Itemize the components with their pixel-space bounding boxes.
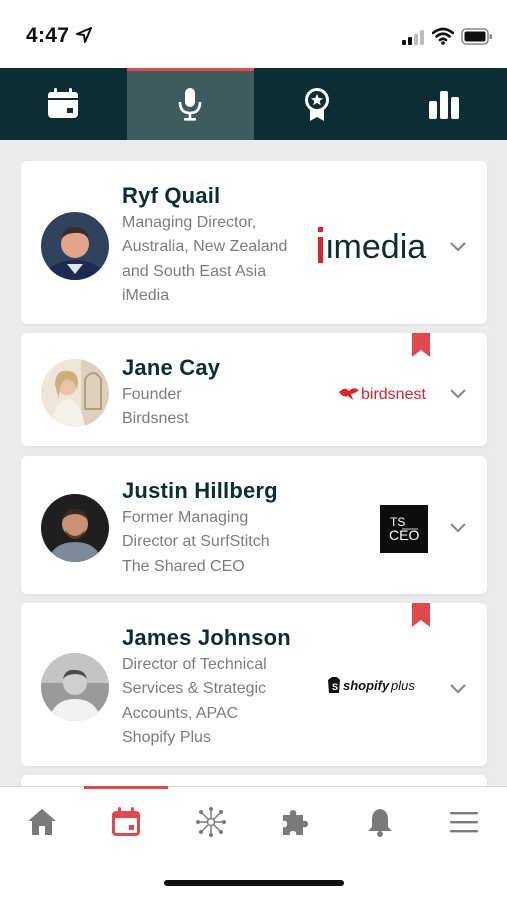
menu-icon [450,812,478,833]
nav-notifications[interactable] [338,787,422,857]
speaker-company: The Shared CEO [122,557,245,575]
speaker-role-line: Founder [122,386,182,403]
speaker-role-line: Services & Strategic [122,680,267,698]
avatar-photo [41,653,109,721]
tab-schedule[interactable] [0,68,127,140]
speaker-role-line: Former Managing [122,509,249,526]
nav-menu[interactable] [422,787,506,857]
tab-sponsors[interactable] [254,68,381,140]
bookmark-icon[interactable] [412,333,430,357]
speaker-info: Ryf Quail Managing Director, Australia, … [122,181,287,308]
company-logo-shopify-plus: S shopify plus [327,674,417,696]
battery-icon [461,28,492,45]
network-icon [196,807,226,837]
top-tab-bar [0,68,507,140]
avatar-photo [41,494,109,562]
bar-chart-icon [428,91,459,119]
speaker-role-line: Managing Director, [122,214,257,231]
speaker-card[interactable]: James Johnson Director of Technical Serv… [21,603,487,766]
speaker-company: iMedia [122,286,170,304]
avatar-photo [41,359,109,427]
nav-home[interactable] [0,787,84,857]
chevron-down-icon[interactable] [449,683,467,695]
chevron-down-icon[interactable] [449,388,467,400]
home-indicator[interactable] [164,880,344,886]
tab-stats[interactable] [380,68,507,140]
speaker-role-line: and South East Asia [122,262,267,280]
status-time: 4:47 [26,24,70,47]
company-logo-imedia: imedia [318,225,430,266]
home-icon [28,809,56,835]
speaker-info: James Johnson Director of Technical Serv… [122,623,291,750]
speaker-name: Justin Hillberg [122,478,278,503]
calendar-icon [48,88,79,118]
company-logo-birdsnest: birdsnest [337,382,433,406]
speaker-role-line: Australia, New Zealand [122,238,288,256]
avatar [41,653,109,721]
cellular-signal-icon [402,30,424,45]
speaker-name: Jane Cay [122,355,221,380]
company-logo-shared-ceo: TS CEO [380,505,428,553]
speaker-card[interactable]: Ryf Quail Managing Director, Australia, … [21,161,487,324]
tab-speakers[interactable] [126,68,254,140]
avatar-photo [41,212,109,280]
logo-text: imedia [326,228,426,265]
speaker-company: Shopify Plus [122,728,211,746]
speaker-name: Ryf Quail [122,183,221,208]
bookmark-icon[interactable] [412,603,430,627]
svg-text:S: S [332,682,338,692]
nav-agenda[interactable] [84,786,168,857]
speaker-role-line: Director of Technical [122,656,267,673]
speaker-role-line: Accounts, APAC [122,704,239,722]
avatar [41,494,109,562]
speaker-name: James Johnson [122,625,291,650]
speaker-list[interactable]: Ryf Quail Managing Director, Australia, … [0,140,507,786]
logo-text: plus [390,678,415,693]
chevron-down-icon[interactable] [449,522,467,534]
nav-network[interactable] [169,787,253,857]
speaker-company: Birdsnest [122,410,189,428]
speaker-card[interactable]: Jane Cay Founder Birdsnest birdsnest [21,333,487,446]
speaker-card[interactable]: Justin Hillberg Former Managing Director… [21,456,487,594]
logo-text: birdsnest [361,386,426,403]
microphone-icon [178,88,202,121]
puzzle-icon [283,810,308,835]
logo-text: CEO [389,527,419,543]
speaker-role-line: Director at SurfStitch [122,533,270,551]
speaker-info: Jane Cay Founder Birdsnest [122,353,220,432]
calendar-icon [112,807,140,836]
award-icon [304,88,329,121]
avatar [41,212,109,280]
bell-icon [368,809,392,837]
avatar [41,359,109,427]
status-bar: 4:47 [0,0,507,68]
speaker-card[interactable] [21,775,487,786]
nav-extras[interactable] [253,787,337,857]
location-arrow-icon [76,27,92,43]
chevron-down-icon[interactable] [449,241,467,253]
logo-text: shopify [343,678,390,693]
speaker-info: Justin Hillberg Former Managing Director… [122,476,278,579]
wifi-icon [432,27,454,45]
